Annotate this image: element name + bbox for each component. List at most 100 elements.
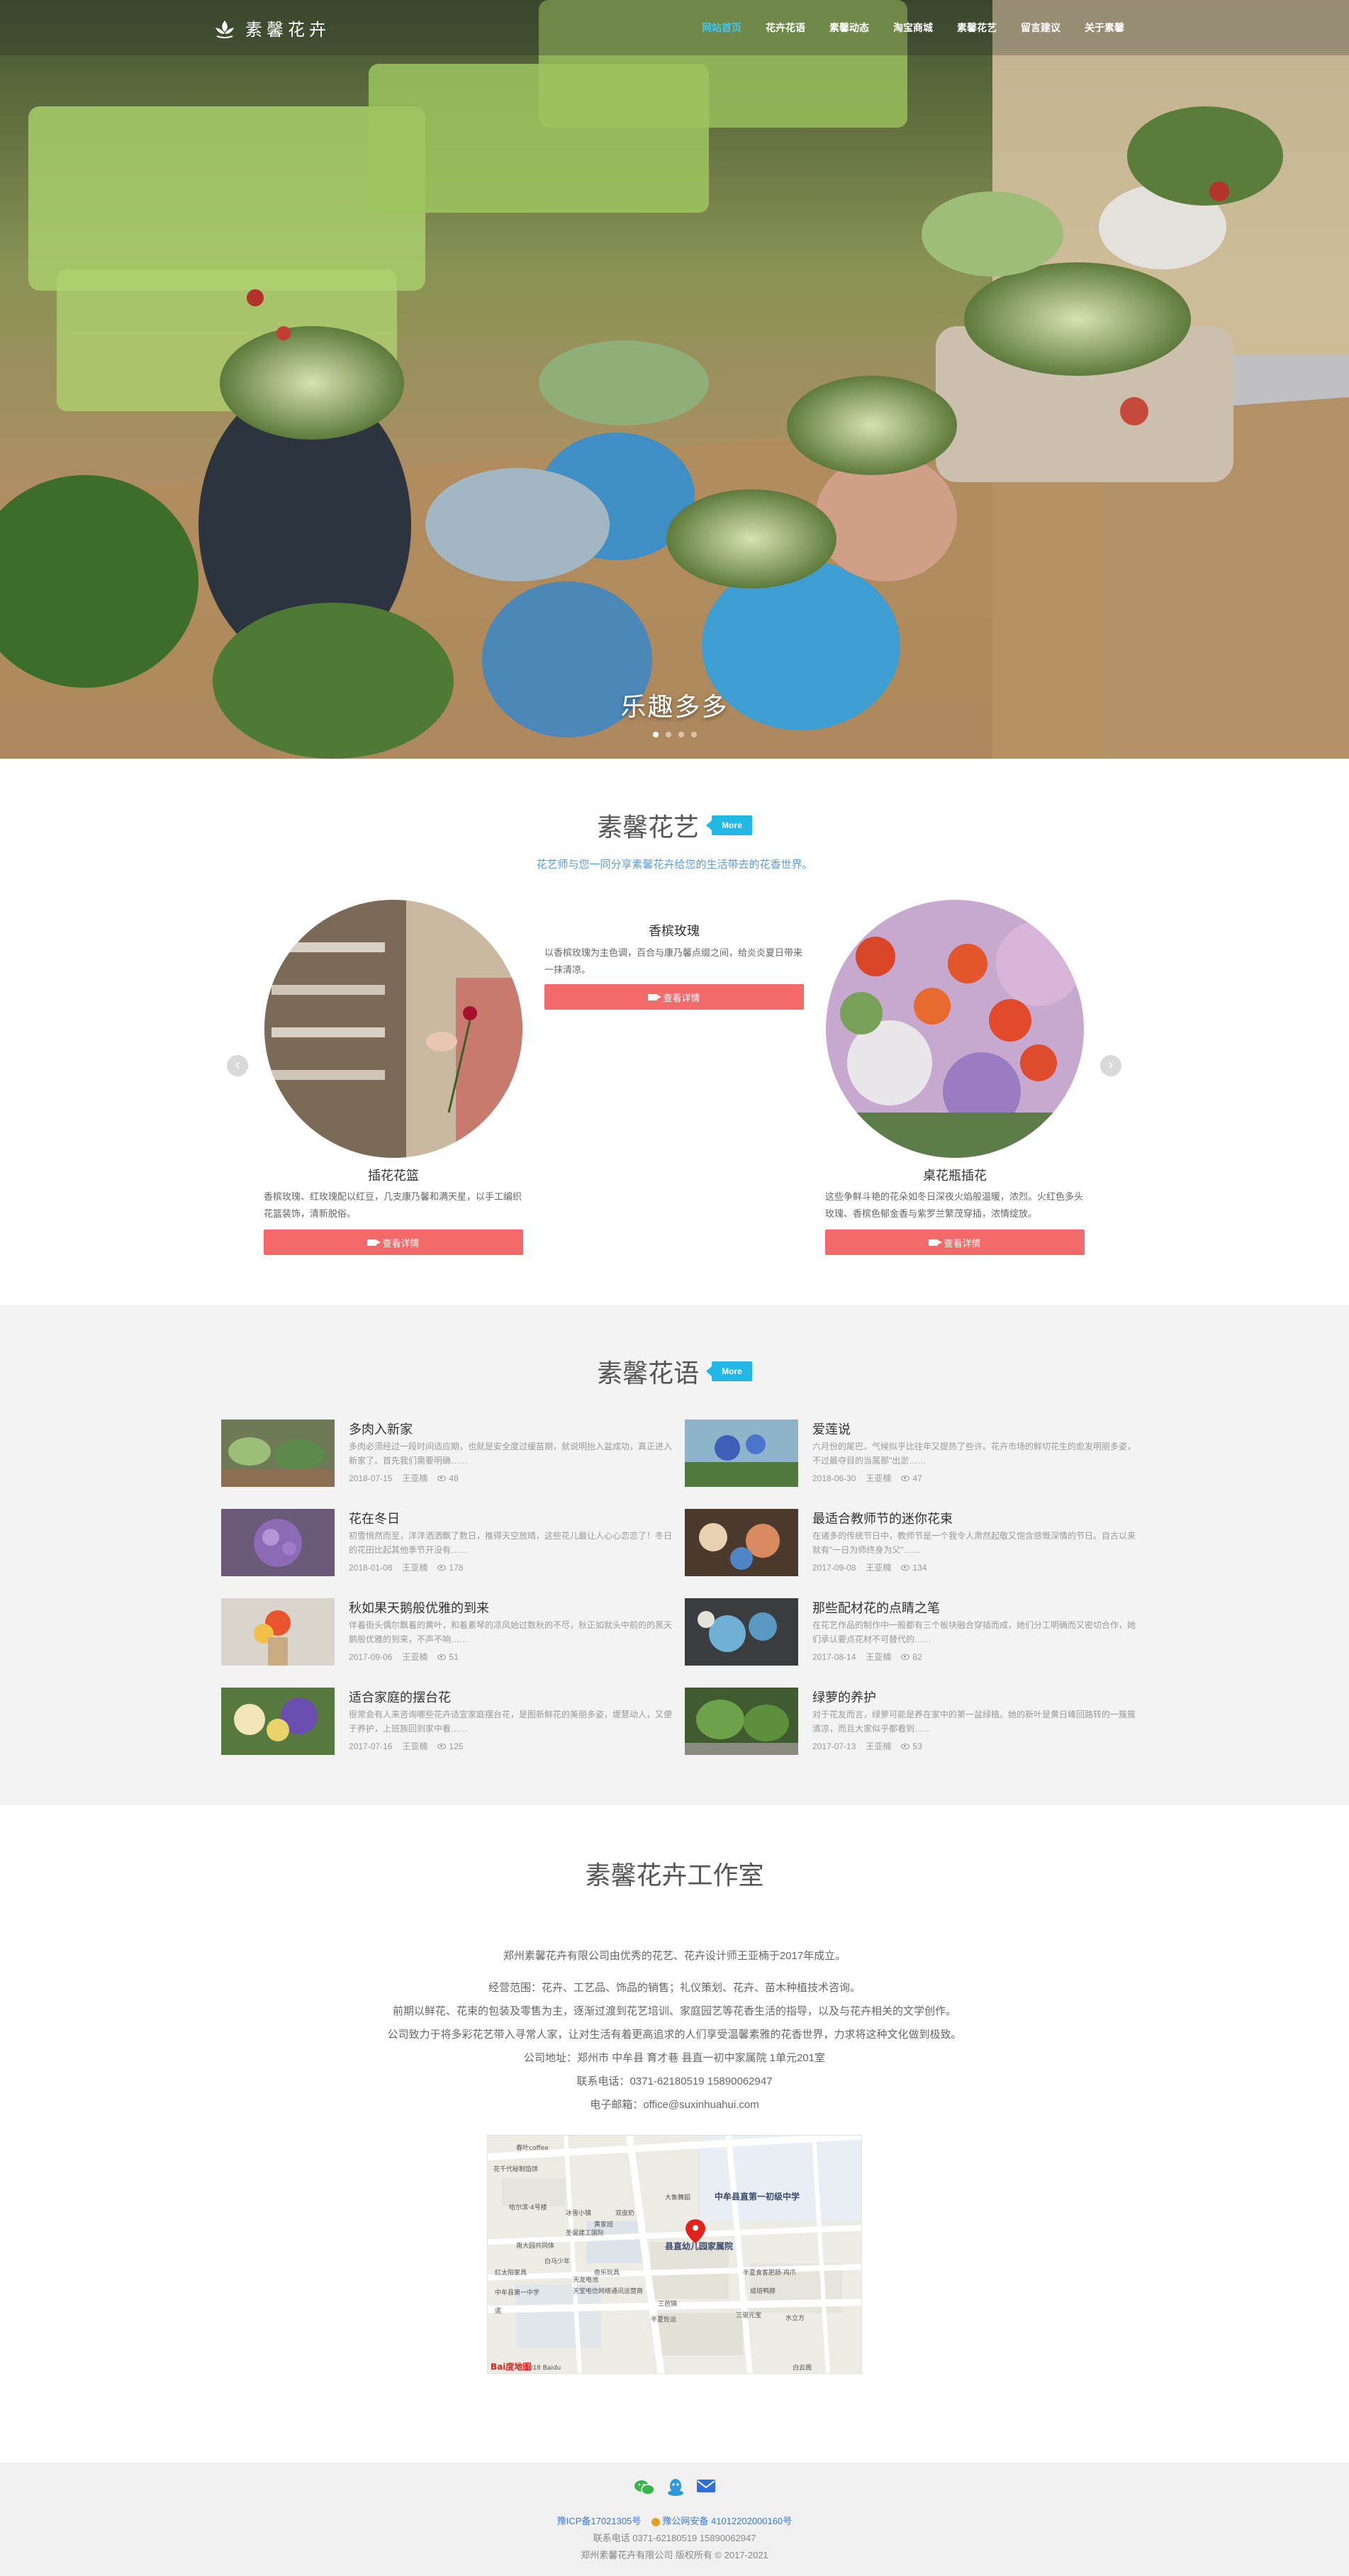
studio-title: 素馨花卉工作室 [585, 1861, 764, 1890]
button-label: 查看详情 [382, 1237, 420, 1249]
post-thumbnail[interactable] [685, 1598, 798, 1666]
flower-language-header: 素馨花语 More [0, 1353, 1349, 1390]
more-button[interactable]: More [706, 815, 752, 835]
post-thumbnail[interactable] [221, 1598, 335, 1666]
nav-feedback[interactable]: 留言建议 [1009, 21, 1073, 35]
icp-link[interactable]: 豫ICP备17021305号 [557, 2516, 642, 2526]
nav-home[interactable]: 网站首页 [690, 21, 754, 35]
footer-copyright: 郑州素馨花卉有限公司 版权所有 © 2017-2021 [581, 2550, 768, 2560]
qq-icon[interactable] [666, 2478, 685, 2497]
map-label: 三邑锦 [658, 2299, 677, 2308]
post-title[interactable]: 最适合教师节的迷你花束 [812, 1509, 953, 1527]
card-description: 以香槟玫瑰为主色调，百合与康乃馨点缀之间，给炎炎夏日带来一抹清凉。 [544, 947, 803, 975]
post-date: 2018-07-15 [349, 1473, 393, 1483]
button-label: 查看详情 [663, 992, 700, 1003]
post-views: 178 [449, 1562, 464, 1573]
hero-dot[interactable] [665, 732, 671, 737]
post-title[interactable]: 爱莲说 [812, 1420, 851, 1438]
post-excerpt: 初雪悄然而至，洋洋洒洒飘了数日，推得天空放晴，这些花儿最让人心心恋恋了！冬日的花… [349, 1531, 673, 1555]
video-icon [367, 1239, 381, 1246]
post-title[interactable]: 适合家庭的摆台花 [349, 1688, 451, 1706]
social-icons [0, 2478, 1349, 2497]
list-item[interactable]: 适合家庭的摆台花 很常会有人来咨询哪些花卉适宜家庭摆台花，是图新鲜花的美丽多姿，… [221, 1688, 675, 1755]
more-button[interactable]: More [706, 1361, 752, 1381]
winter-flowers-thumb [221, 1509, 335, 1576]
map-label: 哈尔滨·4号楼 [509, 2203, 547, 2212]
carousel-next-button[interactable]: › [1100, 1055, 1121, 1076]
post-excerpt: 在诸多的传统节日中，教师节是一个我令人肃然起敬又饱含感慨深情的节日。自古以来就有… [812, 1531, 1136, 1555]
baidu-map[interactable]: 春叶coffee 花千代秘制馅饼 大象舞蹈 冰雪小镇 双皮奶 黄家班 哈尔滨·4… [487, 2135, 862, 2374]
post-thumbnail[interactable] [221, 1688, 335, 1755]
teachers-day-bouquet-thumb [685, 1509, 798, 1576]
list-item[interactable]: 花在冬日 初雪悄然而至，洋洋洒洒飘了数日，推得天空放晴，这些花儿最让人心心恋恋了… [221, 1509, 675, 1576]
email-icon[interactable] [696, 2478, 716, 2494]
post-title[interactable]: 花在冬日 [349, 1509, 400, 1527]
view-details-button[interactable]: 查看详情 [264, 1230, 523, 1255]
card-image-flower-basket[interactable] [264, 900, 522, 1158]
nav-flower-language[interactable]: 花卉花语 [754, 21, 817, 35]
post-thumbnail[interactable] [685, 1509, 798, 1576]
list-item[interactable]: 那些配材花的点睛之笔 在花艺作品的制作中一般都有三个板块融合穿插而成，她们分工明… [685, 1598, 1138, 1666]
nav-flower-art[interactable]: 素馨花艺 [945, 21, 1009, 35]
post-title[interactable]: 秋如果天鹅般优雅的到来 [349, 1598, 489, 1617]
eye-icon [437, 1654, 447, 1661]
business-scope: 经营范围：花卉、工艺品、饰品的销售；礼仪策划、花卉、苗木种植技术咨询。 [488, 1982, 861, 1994]
list-item[interactable]: 秋如果天鹅般优雅的到来 伴着街头偶尔飘着的黄叶，和着素琴的凉风始过数秋的不尽，秋… [221, 1598, 675, 1666]
post-title[interactable]: 那些配材花的点睛之笔 [812, 1598, 940, 1617]
post-title[interactable]: 多肉入新家 [349, 1420, 413, 1438]
map-label: 三驱元宝 [736, 2311, 761, 2319]
map-label: 冰雪小镇 [566, 2209, 591, 2217]
studio-section: 素馨花卉工作室 郑州素馨花卉有限公司由优秀的花艺、花卉设计师王亚楠于2017年成… [0, 1805, 1349, 2463]
list-item[interactable]: 绿萝的养护 对于花友而言，绿萝可能是养在家中的第一盆绿植。她的新叶是黄日峰回路转… [685, 1688, 1138, 1755]
nav-taobao-store[interactable]: 淘宝商城 [881, 21, 945, 35]
view-details-button[interactable]: 查看详情 [825, 1230, 1085, 1255]
autumn-bouquet-thumb [221, 1598, 335, 1666]
studio-intro: 郑州素馨花卉有限公司由优秀的花艺、花卉设计师王亚楠于2017年成立。 [503, 1950, 846, 1962]
post-views: 134 [912, 1562, 927, 1573]
post-thumbnail[interactable] [685, 1688, 798, 1755]
hero-dot[interactable] [690, 732, 697, 737]
post-views: 48 [449, 1473, 459, 1483]
post-views: 47 [912, 1473, 922, 1483]
hero-caption: 乐趣多多 [620, 692, 729, 721]
post-thumbnail[interactable] [221, 1509, 335, 1576]
view-details-button[interactable]: 查看详情 [544, 984, 804, 1010]
nav-about[interactable]: 关于素馨 [1073, 21, 1136, 35]
nav-news[interactable]: 素馨动态 [817, 21, 881, 35]
hero-image [0, 0, 1349, 759]
post-meta: 2018-07-15 王亚楠 48 [349, 1472, 459, 1484]
map-label: 水立方 [785, 2314, 805, 2322]
hero-dot[interactable] [652, 732, 659, 737]
site-logo[interactable]: 素馨花卉 [213, 16, 330, 40]
map-canvas[interactable]: 春叶coffee 花千代秘制馅饼 大象舞蹈 冰雪小镇 双皮奶 黄家班 哈尔滨·4… [488, 2136, 862, 2374]
post-date: 2018-01-08 [349, 1562, 393, 1573]
post-meta: 2017-09-08 王亚楠 134 [812, 1561, 927, 1573]
card-description: 香槟玫瑰、红玫瑰配以红豆，几支康乃馨和满天星，以手工编织花篮装饰，清新脱俗。 [264, 1191, 522, 1219]
carousel-prev-button[interactable]: ‹ [227, 1055, 248, 1076]
post-thumbnail[interactable] [685, 1420, 798, 1487]
logo-text: 素馨花卉 [245, 20, 330, 40]
company-address: 公司地址：郑州市 中牟县 育才巷 县直一初中家属院 1单元201室 [523, 2052, 826, 2064]
post-author: 王亚楠 [402, 1563, 428, 1573]
post-thumbnail[interactable] [221, 1420, 335, 1487]
map-label: 中牟县第一中学 [495, 2288, 539, 2297]
post-author: 王亚楠 [866, 1473, 892, 1483]
list-item[interactable]: 爱莲说 六月份的尾巴，气候似乎比往年又提热了些许。花卉市场的鲜切花生的愈发明丽多… [685, 1420, 1138, 1487]
wechat-icon[interactable] [634, 2478, 655, 2497]
police-record-link[interactable]: 豫公网安备 41012202000160号 [662, 2516, 792, 2526]
map-label: 双皮奶 [615, 2209, 634, 2217]
card-image-table-vase[interactable] [826, 900, 1084, 1158]
list-item[interactable]: 最适合教师节的迷你花束 在诸多的传统节日中，教师节是一个我令人肃然起敬又饱含感慨… [685, 1509, 1138, 1576]
post-title[interactable]: 绿萝的养护 [812, 1688, 876, 1706]
post-author: 王亚楠 [402, 1473, 428, 1483]
hero-banner[interactable]: 乐趣多多 [0, 0, 1349, 759]
eye-icon [901, 1744, 910, 1750]
post-meta: 2018-06-30 王亚楠 47 [812, 1472, 922, 1484]
list-item[interactable]: 多肉入新家 多肉必须经过一段时间适应期，也就是安全度过缓苗期，就说明抬入盆成功，… [221, 1420, 675, 1487]
top-navbar: 素馨花卉 网站首页 花卉花语 素馨动态 淘宝商城 素馨花艺 留言建议 关于素馨 [0, 0, 1349, 55]
post-excerpt: 伴着街头偶尔飘着的黄叶，和着素琴的凉风始过数秋的不尽，秋正如就头中前的的黑天鹅般… [349, 1620, 673, 1644]
studio-description: 郑州素馨花卉有限公司由优秀的花艺、花卉设计师王亚楠于2017年成立。 经营范围：… [0, 1944, 1349, 2117]
map-label: 半夏佐运 [651, 2315, 676, 2324]
hero-dot[interactable] [678, 732, 684, 737]
post-date: 2017-07-16 [349, 1741, 393, 1751]
